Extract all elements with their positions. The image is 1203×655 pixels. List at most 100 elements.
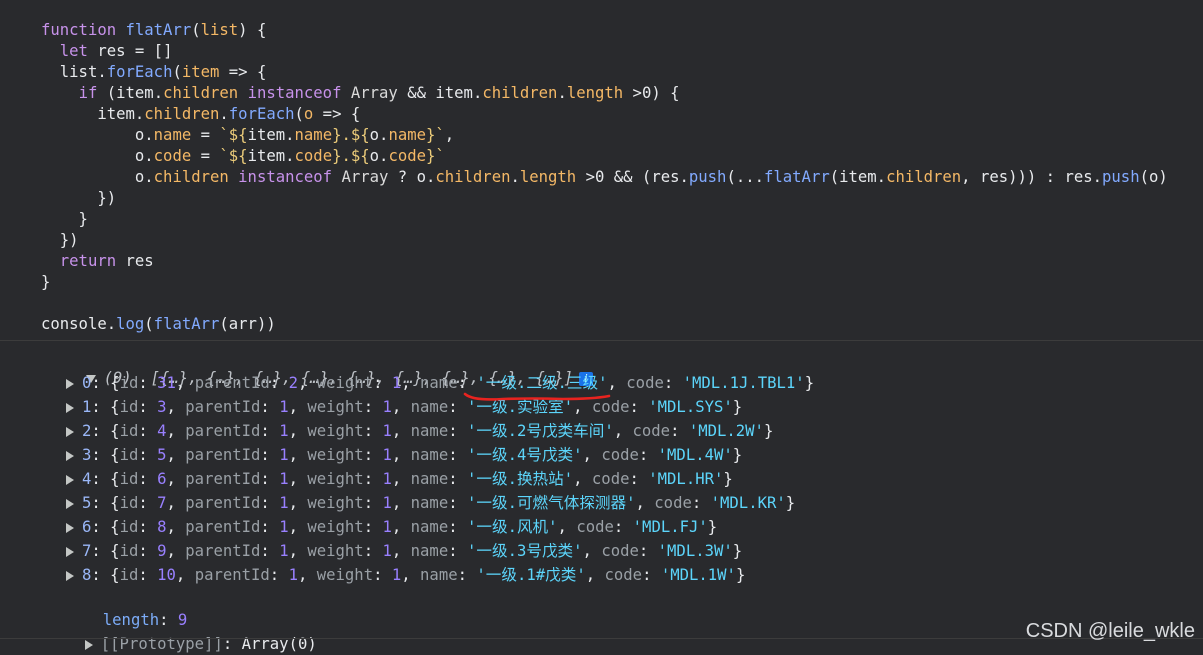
expand-right-icon[interactable] [66,546,74,557]
expand-right-icon[interactable] [66,378,74,389]
key-name: name [410,542,449,560]
key-name: name [410,398,449,416]
key-parentId: parentId [185,494,261,512]
key-code: code [591,470,630,488]
key-id: id [119,542,139,560]
key-id: id [119,398,139,416]
key-id: id [119,374,139,392]
item-id: 7 [157,494,167,512]
expand-right-icon[interactable] [66,498,74,509]
code-line-9: }) [41,189,117,207]
array-item-row[interactable]: 3: {id: 5, parentId: 1, weight: 1, name:… [66,445,742,466]
key-parentId: parentId [194,566,270,584]
key-name: name [420,374,458,392]
item-parentId: 1 [288,566,298,584]
item-parentId: 2 [288,374,298,392]
prototype-row[interactable]: [[Prototype]]: Array(0) [66,613,317,655]
item-code: 'MDL.3W' [657,542,733,560]
expand-right-icon[interactable] [66,402,74,413]
console-divider-top [0,340,1203,341]
console-log-call: console.log(flatArr(arr)) [41,315,276,333]
item-index: 6 [82,518,92,536]
key-weight: weight [307,446,364,464]
array-item-row[interactable]: 5: {id: 7, parentId: 1, weight: 1, name:… [66,493,795,514]
item-parentId: 1 [279,422,289,440]
key-weight: weight [316,566,374,584]
item-name: '一级.风机' [467,518,558,536]
item-parentId: 1 [279,518,289,536]
array-item-row[interactable]: 0: {id: 31, parentId: 2, weight: 1, name… [66,373,814,394]
code-line-5: item.children.forEach(o => { [97,105,361,123]
item-id: 10 [157,566,176,584]
item-weight: 1 [382,518,392,536]
key-code: code [654,494,692,512]
key-code: code [632,422,671,440]
item-weight: 1 [391,566,402,584]
item-code: 'MDL.2W' [688,422,764,440]
key-weight: weight [307,542,364,560]
expand-right-icon[interactable] [66,474,74,485]
item-name: '一级.换热站' [467,470,574,488]
item-parentId: 1 [279,542,289,560]
array-item-row[interactable]: 1: {id: 3, parentId: 1, weight: 1, name:… [66,397,742,418]
console-divider-bottom [0,638,1203,639]
code-line-8: o.children instanceof Array ? o.children… [134,168,1168,186]
key-weight: weight [307,422,364,440]
item-name: '一级.2号戊类车间' [467,422,614,440]
key-weight: weight [307,494,364,512]
expand-right-icon[interactable] [66,570,74,581]
key-name: name [420,566,458,584]
item-weight: 1 [382,398,392,416]
key-code: code [604,566,643,584]
array-item-row[interactable]: 8: {id: 10, parentId: 1, weight: 1, name… [66,565,745,586]
key-code: code [626,374,664,392]
key-parentId: parentId [185,398,261,416]
key-id: id [119,494,139,512]
expand-right-icon[interactable] [66,522,74,533]
item-id: 8 [157,518,167,536]
key-name: name [410,494,449,512]
code-line-11: }) [41,231,79,249]
item-name: '一级.4号戊类' [467,446,583,464]
watermark: CSDN @leile_wkle [1025,620,1195,642]
item-weight: 1 [382,422,392,440]
key-weight: weight [307,470,364,488]
array-item-row[interactable]: 6: {id: 8, parentId: 1, weight: 1, name:… [66,517,717,538]
item-id: 4 [157,422,167,440]
item-name: '一级.3号戊类' [467,542,583,560]
key-name: name [410,470,449,488]
item-code: 'MDL.FJ' [632,518,708,536]
item-parentId: 1 [279,470,289,488]
key-parentId: parentId [185,518,261,536]
array-item-row[interactable]: 7: {id: 9, parentId: 1, weight: 1, name:… [66,541,742,562]
key-code: code [601,446,639,464]
item-id: 9 [157,542,167,560]
item-index: 4 [82,470,92,488]
code-line-1: function flatArr(list) { [41,21,267,39]
item-id: 6 [157,470,167,488]
code-line-4: if (item.children instanceof Array && it… [78,84,680,102]
item-id: 5 [157,446,167,464]
item-weight: 1 [382,470,392,488]
item-index: 0 [82,374,92,392]
expand-right-icon[interactable] [66,450,74,461]
item-weight: 1 [391,374,402,392]
code-line-12: return res [59,252,154,270]
key-name: name [410,422,449,440]
code-line-2: let res = [] [59,42,173,60]
code-line-13: } [41,273,51,291]
code-line-6: o.name = `${item.name}.${o.name}`, [134,126,455,144]
array-item-row[interactable]: 4: {id: 6, parentId: 1, weight: 1, name:… [66,469,733,490]
key-weight: weight [316,374,374,392]
key-parentId: parentId [185,446,261,464]
expand-right-icon[interactable] [84,639,93,650]
key-weight: weight [307,518,364,536]
expand-right-icon[interactable] [66,426,74,437]
key-parentId: parentId [185,470,261,488]
key-code: code [576,518,614,536]
item-weight: 1 [382,494,392,512]
array-item-row[interactable]: 2: {id: 4, parentId: 1, weight: 1, name:… [66,421,773,442]
item-code: 'MDL.HR' [648,470,724,488]
key-id: id [119,446,139,464]
red-underline-annotation [463,392,611,401]
